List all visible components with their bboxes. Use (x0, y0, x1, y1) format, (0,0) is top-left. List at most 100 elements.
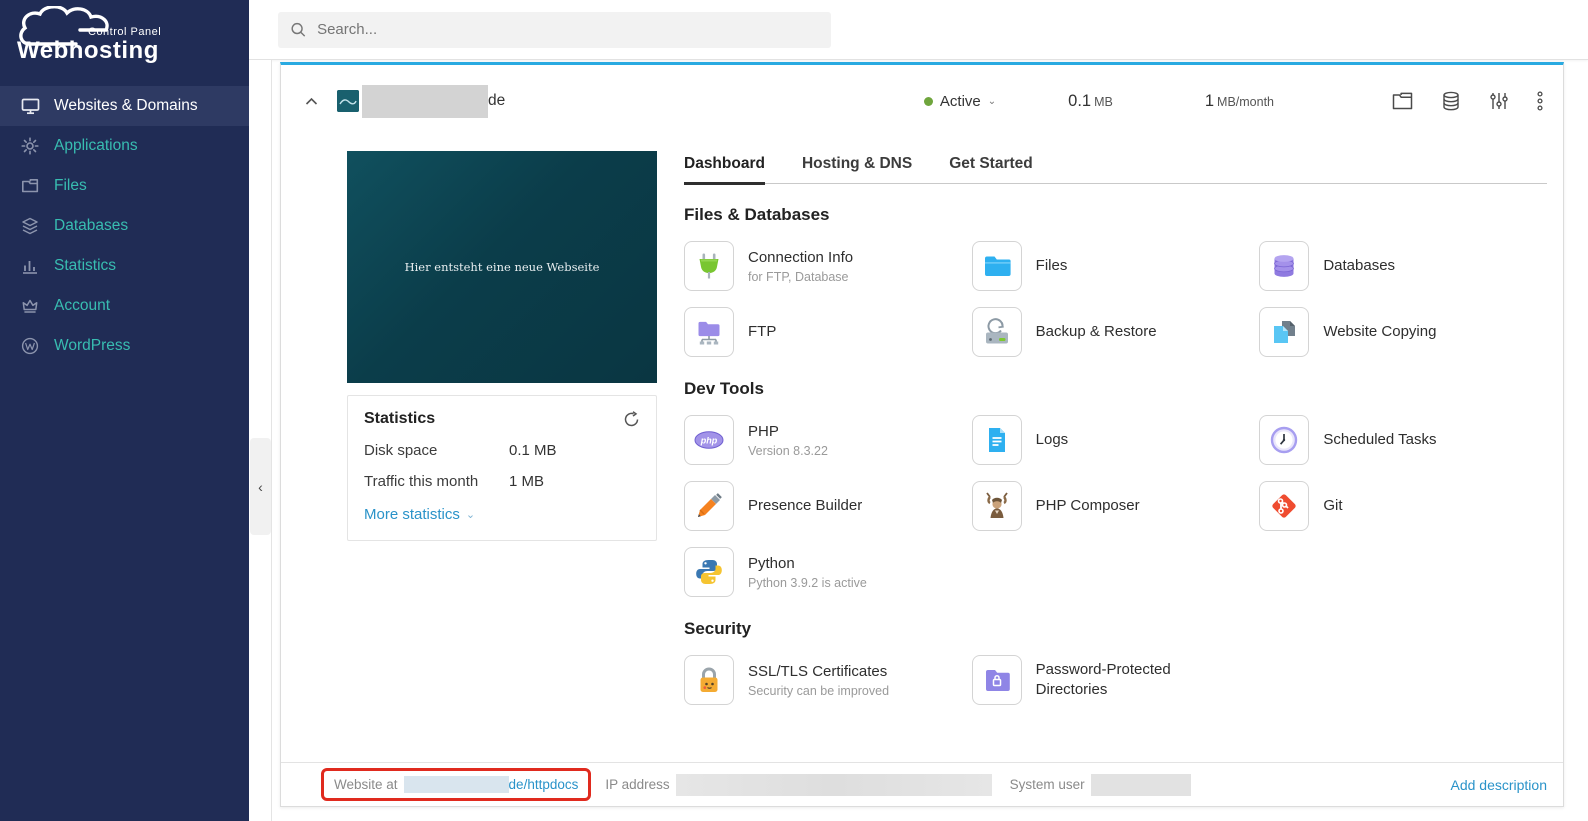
item-label: Scheduled Tasks (1323, 430, 1436, 450)
stats-row-traffic: Traffic this month 1 MB (364, 473, 640, 490)
hosting-settings-button[interactable] (1489, 91, 1509, 111)
stats-value: 0.1 MB (509, 442, 557, 459)
sidebar-item-files[interactable]: Files (0, 166, 249, 206)
statistics-title: Statistics (364, 410, 435, 428)
tab-hosting-dns[interactable]: Hosting & DNS (802, 151, 912, 183)
section-title-files-databases: Files & Databases (684, 205, 1547, 225)
stats-label: Traffic this month (364, 473, 509, 490)
httpdocs-link[interactable]: de/httpdocs (509, 777, 579, 792)
sidebar-item-label: Account (54, 297, 110, 315)
sidebar-item-websites-domains[interactable]: Websites & Domains (0, 86, 249, 126)
sidebar-item-account[interactable]: Account (0, 286, 249, 326)
gear-icon (20, 136, 40, 156)
svg-text:php: php (700, 436, 718, 446)
crown-icon (20, 296, 40, 316)
presence-builder-item[interactable]: Presence Builder (684, 480, 972, 532)
system-user-label: System user (1010, 777, 1085, 792)
sidebar-item-label: Applications (54, 137, 138, 155)
status-dropdown[interactable]: Active ⌄ (924, 93, 996, 110)
collapse-handle[interactable]: ‹ (250, 438, 271, 535)
sidebar-item-databases[interactable]: Databases (0, 206, 249, 246)
password-protected-item[interactable]: Password-Protected Directories (972, 654, 1260, 706)
collapse-card-button[interactable] (305, 94, 325, 109)
left-column: Hier entsteht eine neue Webseite Statist… (347, 151, 657, 762)
traffic-usage: 1MB/month (1205, 92, 1274, 111)
site-preview-thumbnail[interactable]: Hier entsteht eine neue Webseite (347, 151, 657, 383)
refresh-icon (623, 411, 640, 428)
git-item[interactable]: Git (1259, 480, 1547, 532)
monitor-icon (20, 96, 40, 116)
python-item[interactable]: Python Python 3.9.2 is active (684, 546, 972, 598)
more-actions-button[interactable] (1537, 91, 1543, 111)
sidebar: Control Panel Webhosting Websites & Doma… (0, 0, 249, 821)
item-label: Password-Protected Directories (1036, 660, 1241, 701)
backup-restore-item[interactable]: Backup & Restore (972, 306, 1260, 358)
sidebar-item-label: WordPress (54, 337, 130, 355)
item-label: Backup & Restore (1036, 322, 1157, 342)
item-label: Connection Info (748, 248, 853, 268)
php-composer-item[interactable]: PHP Composer (972, 480, 1260, 532)
search-input[interactable] (317, 21, 819, 38)
content-area: ‹ de Active ⌄ (249, 60, 1588, 821)
website-domain-redacted (404, 776, 509, 793)
stats-row-disk: Disk space 0.1 MB (364, 442, 640, 459)
add-description-link[interactable]: Add description (1450, 777, 1547, 793)
item-label: Files (1036, 256, 1068, 276)
builder-tools-icon (684, 481, 734, 531)
item-label: FTP (748, 322, 776, 342)
kebab-menu-icon (1537, 91, 1543, 111)
tab-dashboard[interactable]: Dashboard (684, 151, 765, 185)
security-grid: SSL/TLS Certificates Security can be imp… (684, 654, 1547, 706)
item-subtitle: Python 3.9.2 is active (748, 576, 867, 590)
traffic-usage-unit: MB/month (1217, 95, 1274, 109)
ssl-certificates-item[interactable]: SSL/TLS Certificates Security can be imp… (684, 654, 972, 706)
sidebar-item-wordpress[interactable]: WordPress (0, 326, 249, 366)
main-area: ‹ de Active ⌄ (249, 0, 1588, 821)
website-path-annotation: Website at de/httpdocs (321, 768, 591, 801)
ssl-lock-icon (684, 655, 734, 705)
site-favicon (337, 90, 359, 112)
folder-icon (1392, 92, 1413, 110)
dev-tools-grid: php PHP Version 8.3.22 (684, 414, 1547, 598)
domain-card-footer: Website at de/httpdocs IP address System… (281, 762, 1563, 806)
tab-get-started[interactable]: Get Started (949, 151, 1033, 183)
sidebar-item-label: Files (54, 177, 87, 195)
tab-bar: Dashboard Hosting & DNS Get Started (684, 151, 1547, 184)
files-button[interactable] (1392, 92, 1413, 110)
databases-item[interactable]: Databases (1259, 240, 1547, 292)
search-icon (290, 21, 307, 39)
logs-document-icon (972, 415, 1022, 465)
ftp-item[interactable]: FTP (684, 306, 972, 358)
backup-drive-icon (972, 307, 1022, 357)
sliders-icon (1489, 91, 1509, 111)
protected-folder-icon (972, 655, 1022, 705)
item-label: Presence Builder (748, 496, 862, 516)
connection-info-item[interactable]: Connection Info for FTP, Database (684, 240, 972, 292)
disk-usage: 0.1MB (1068, 92, 1113, 111)
php-item[interactable]: php PHP Version 8.3.22 (684, 414, 972, 466)
item-label: PHP (748, 422, 828, 442)
folder-icon (20, 176, 40, 196)
item-label: SSL/TLS Certificates (748, 662, 889, 682)
search-bar[interactable] (278, 12, 831, 48)
item-label: Python (748, 554, 867, 574)
site-preview-text: Hier entsteht eine neue Webseite (405, 260, 600, 274)
sidebar-item-applications[interactable]: Applications (0, 126, 249, 166)
sidebar-collapse-strip: ‹ (249, 60, 272, 821)
status-label: Active (940, 93, 981, 110)
website-copying-item[interactable]: Website Copying (1259, 306, 1547, 358)
layers-icon (20, 216, 40, 236)
system-user-redacted (1091, 774, 1191, 796)
item-label: Website Copying (1323, 322, 1436, 342)
files-item[interactable]: Files (972, 240, 1260, 292)
more-statistics-link[interactable]: More statistics ⌄ (364, 506, 475, 523)
item-label: Databases (1323, 256, 1395, 276)
sidebar-item-statistics[interactable]: Statistics (0, 246, 249, 286)
python-icon (684, 547, 734, 597)
logs-item[interactable]: Logs (972, 414, 1260, 466)
git-icon (1259, 481, 1309, 531)
scheduled-tasks-item[interactable]: Scheduled Tasks (1259, 414, 1547, 466)
refresh-button[interactable] (623, 411, 640, 428)
databases-button[interactable] (1441, 91, 1461, 111)
ip-address-label: IP address (605, 777, 669, 792)
